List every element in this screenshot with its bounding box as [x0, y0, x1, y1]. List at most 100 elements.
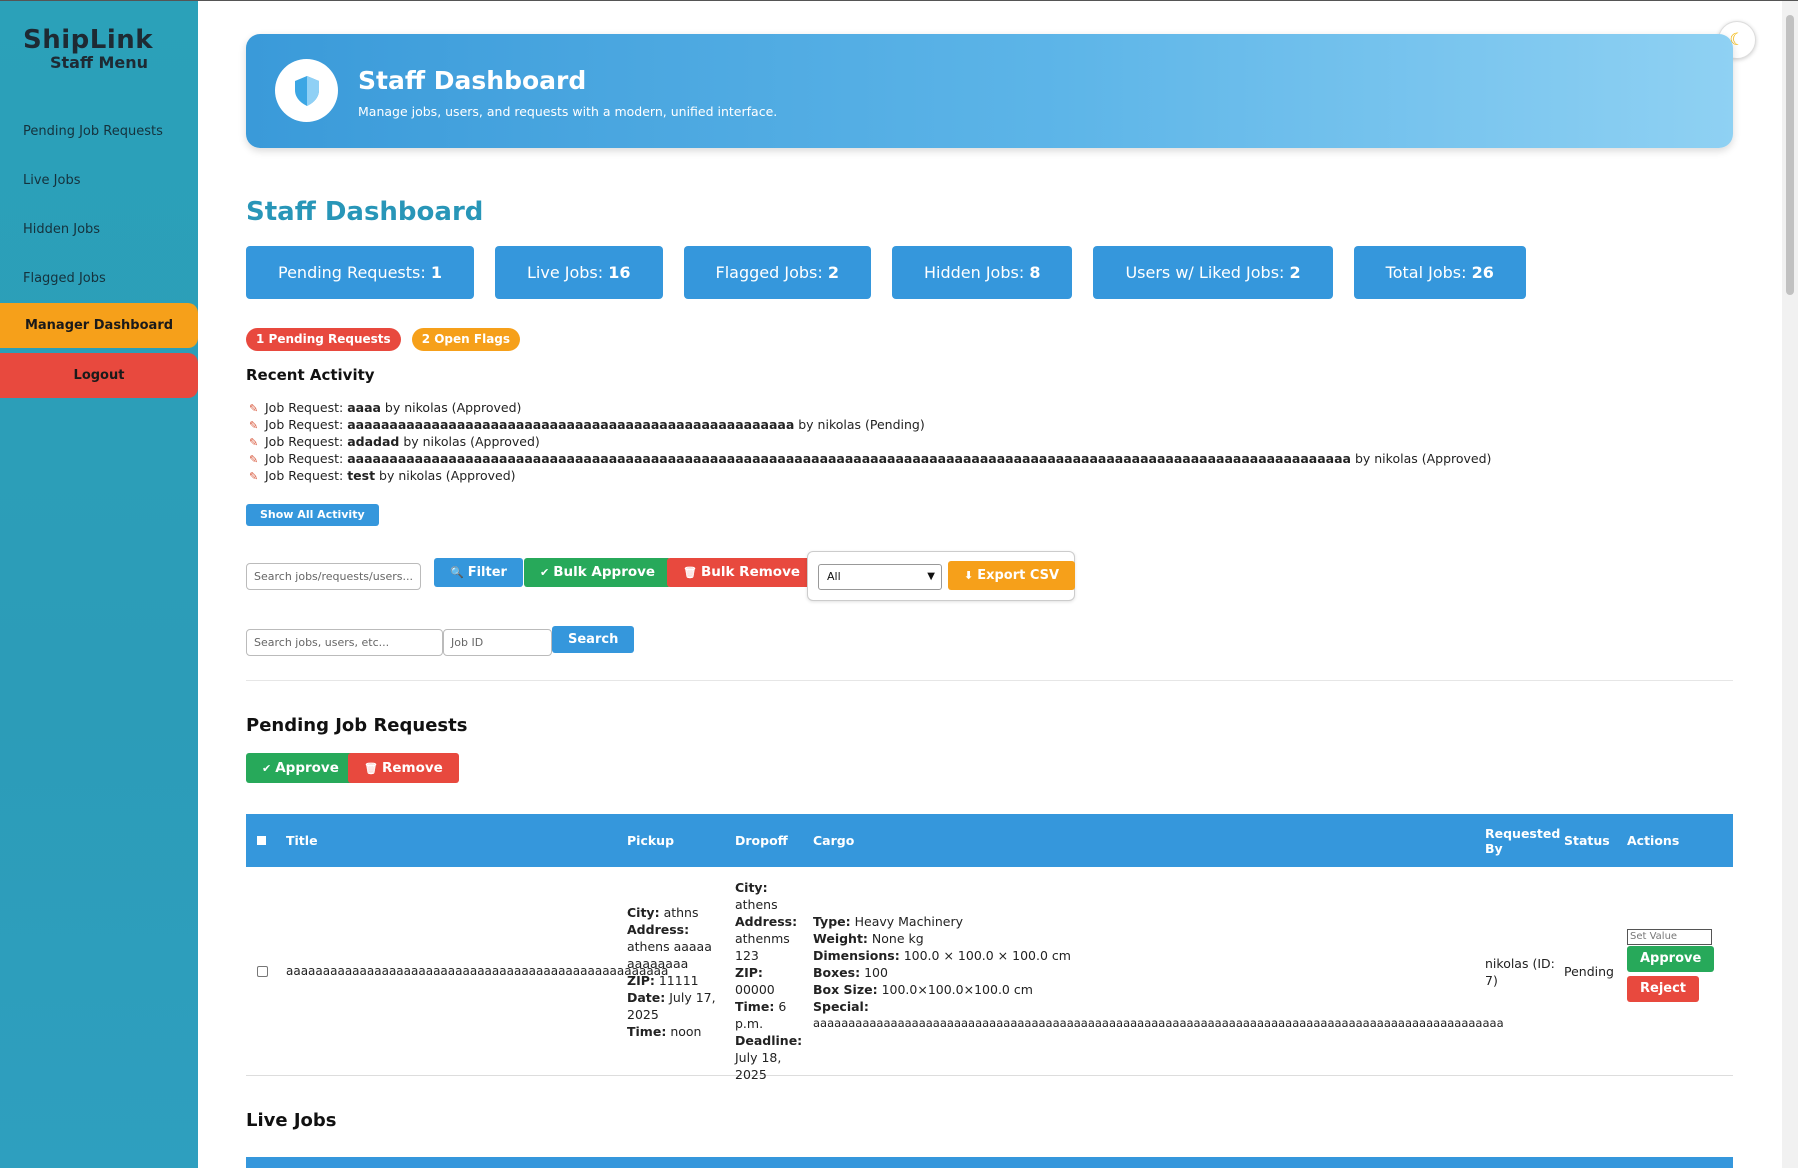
stat-label: Live Jobs:: [527, 263, 609, 282]
select-all-checkbox[interactable]: [257, 814, 266, 867]
recent-activity-list: ✎ Job Request: aaaa by nikolas (Approved)…: [249, 399, 1491, 484]
row-dropoff: City: athens Address: athenms 123 ZIP: 0…: [735, 879, 802, 1083]
column-actions: Actions: [1627, 833, 1680, 848]
checkbox-square: [257, 836, 266, 845]
remove-button[interactable]: 🗑 Remove: [348, 753, 459, 783]
memo-icon: ✎: [249, 419, 259, 432]
dropoff-city: athens: [735, 897, 778, 912]
pickup-address: athens aaaaaaaaaaaaa: [627, 939, 712, 971]
field-label: Date:: [627, 990, 666, 1005]
pickup-city: athns: [663, 905, 699, 920]
remove-label: Remove: [381, 760, 443, 776]
row-actions: Set Value Approve Reject: [1627, 929, 1715, 1002]
pending-requests-table: Title Pickup Dropoff Cargo Requested By …: [246, 814, 1733, 1082]
pickup-time: noon: [670, 1024, 702, 1039]
sidebar-item-hidden-jobs[interactable]: Hidden Jobs: [0, 205, 198, 254]
pending-requests-badge: 1 Pending Requests: [246, 328, 401, 351]
approve-button[interactable]: ✔ Approve: [246, 753, 355, 783]
memo-icon: ✎: [249, 453, 259, 466]
row-checkbox[interactable]: [257, 966, 268, 977]
field-label: Type:: [813, 914, 851, 929]
dropoff-address: athenms 123: [735, 931, 790, 963]
brand: ShipLink Staff Menu: [0, 1, 198, 71]
column-requested-by: Requested By: [1485, 825, 1561, 856]
show-all-activity-button[interactable]: Show All Activity: [246, 504, 379, 526]
activity-prefix: Job Request:: [265, 468, 348, 483]
export-csv-button[interactable]: ⬇ Export CSV: [948, 561, 1076, 590]
sidebar-item-live-jobs[interactable]: Live Jobs: [0, 156, 198, 205]
bulk-remove-label: Bulk Remove: [700, 564, 801, 580]
list-item: ✎ Job Request: aaaa by nikolas (Approved): [249, 399, 1491, 416]
trash-icon: 🗑: [364, 762, 378, 775]
stat-users-liked-jobs[interactable]: Users w/ Liked Jobs: 2: [1093, 246, 1333, 299]
stat-live-jobs[interactable]: Live Jobs: 16: [495, 246, 663, 299]
stat-value: 8: [1029, 263, 1041, 282]
field-label: Weight:: [813, 931, 868, 946]
sidebar-item-flagged-jobs[interactable]: Flagged Jobs: [0, 254, 198, 303]
manager-dashboard-button[interactable]: Manager Dashboard: [0, 303, 198, 348]
bulk-approve-button[interactable]: ✔ Bulk Approve: [524, 558, 672, 587]
field-label: City:: [735, 880, 768, 895]
activity-name: aaaaaaaaaaaaaaaaaaaaaaaaaaaaaaaaaaaaaaaa…: [347, 417, 795, 432]
stats-row: Pending Requests: 1 Live Jobs: 16 Flagge…: [246, 246, 1547, 299]
page-title: Staff Dashboard: [246, 197, 484, 227]
sidebar-item-pending-job-requests[interactable]: Pending Job Requests: [0, 107, 198, 156]
hero-subtitle: Manage jobs, users, and requests with a …: [358, 104, 778, 119]
activity-name: test: [347, 468, 376, 483]
list-item: ✎ Job Request: aaaaaaaaaaaaaaaaaaaaaaaaaa…: [249, 450, 1491, 467]
scrollbar-thumb[interactable]: [1786, 15, 1794, 295]
live-jobs-table-header: [246, 1157, 1733, 1168]
chevron-down-icon: ▼: [927, 571, 935, 582]
field-label: Time:: [627, 1024, 667, 1039]
stat-value: 1: [430, 263, 442, 282]
field-label: ZIP:: [627, 973, 655, 988]
row-reject-button[interactable]: Reject: [1627, 976, 1700, 1002]
memo-icon: ✎: [249, 402, 259, 415]
stat-label: Flagged Jobs:: [715, 263, 828, 282]
field-label: ZIP:: [735, 965, 763, 980]
set-value-input[interactable]: Set Value: [1627, 929, 1712, 945]
checkbox-square: [257, 966, 268, 977]
cargo-special: aaaaaaaaaaaaaaaaaaaaaaaaaaaaaaaaaaaaaaaa…: [813, 1016, 1504, 1030]
shield-icon: [275, 59, 338, 122]
memo-icon: ✎: [249, 470, 259, 483]
export-toolbox: All ▼ ⬇ Export CSV: [807, 551, 1076, 601]
filter-label: Filter: [467, 565, 507, 580]
field-label: Address:: [735, 914, 798, 929]
brand-title: ShipLink: [23, 25, 154, 55]
brand-subtitle: Staff Menu: [50, 53, 149, 72]
activity-prefix: Job Request:: [265, 451, 348, 466]
filter-button[interactable]: 🔍 Filter: [434, 558, 523, 587]
field-label: Box Size:: [813, 982, 878, 997]
stat-pending-requests[interactable]: Pending Requests: 1: [246, 246, 474, 299]
list-item: ✎ Job Request: test by nikolas (Approved): [249, 467, 1491, 484]
logout-button[interactable]: Logout: [0, 353, 198, 398]
table-header: Title Pickup Dropoff Cargo Requested By …: [246, 814, 1733, 867]
stat-total-jobs[interactable]: Total Jobs: 26: [1353, 246, 1526, 299]
page-scrollbar[interactable]: [1782, 1, 1798, 1168]
status-select[interactable]: All ▼: [818, 564, 942, 590]
job-id-input[interactable]: Job ID: [443, 629, 552, 656]
open-flags-badge: 2 Open Flags: [411, 328, 521, 351]
search-button[interactable]: Search: [552, 626, 635, 653]
row-cargo: Type: Heavy Machinery Weight: None kg Di…: [813, 913, 1504, 1032]
row-pickup: City: athns Address: athens aaaaaaaaaaaa…: [627, 904, 717, 1040]
activity-prefix: Job Request:: [265, 434, 348, 449]
search-input[interactable]: Search jobs, users, etc...: [246, 629, 443, 656]
row-approve-button[interactable]: Approve: [1627, 946, 1715, 972]
stat-flagged-jobs[interactable]: Flagged Jobs: 2: [683, 246, 871, 299]
row-requested-by: nikolas (ID: 7): [1485, 956, 1555, 988]
recent-activity-title: Recent Activity: [246, 366, 375, 384]
stat-value: 16: [608, 263, 631, 282]
filter-search-input[interactable]: Search jobs/requests/users...: [246, 563, 421, 590]
stat-label: Total Jobs:: [1385, 263, 1472, 282]
trash-icon: 🗑: [683, 566, 697, 579]
pending-requests-title: Pending Job Requests: [246, 715, 468, 736]
stat-hidden-jobs[interactable]: Hidden Jobs: 8: [891, 246, 1073, 299]
bulk-remove-button[interactable]: 🗑 Bulk Remove: [667, 558, 817, 587]
stat-label: Users w/ Liked Jobs:: [1125, 263, 1290, 282]
export-csv-label: Export CSV: [977, 568, 1060, 583]
cargo-boxes: 100: [864, 965, 888, 980]
column-cargo: Cargo: [813, 833, 855, 848]
activity-suffix: by nikolas (Approved): [399, 434, 540, 449]
